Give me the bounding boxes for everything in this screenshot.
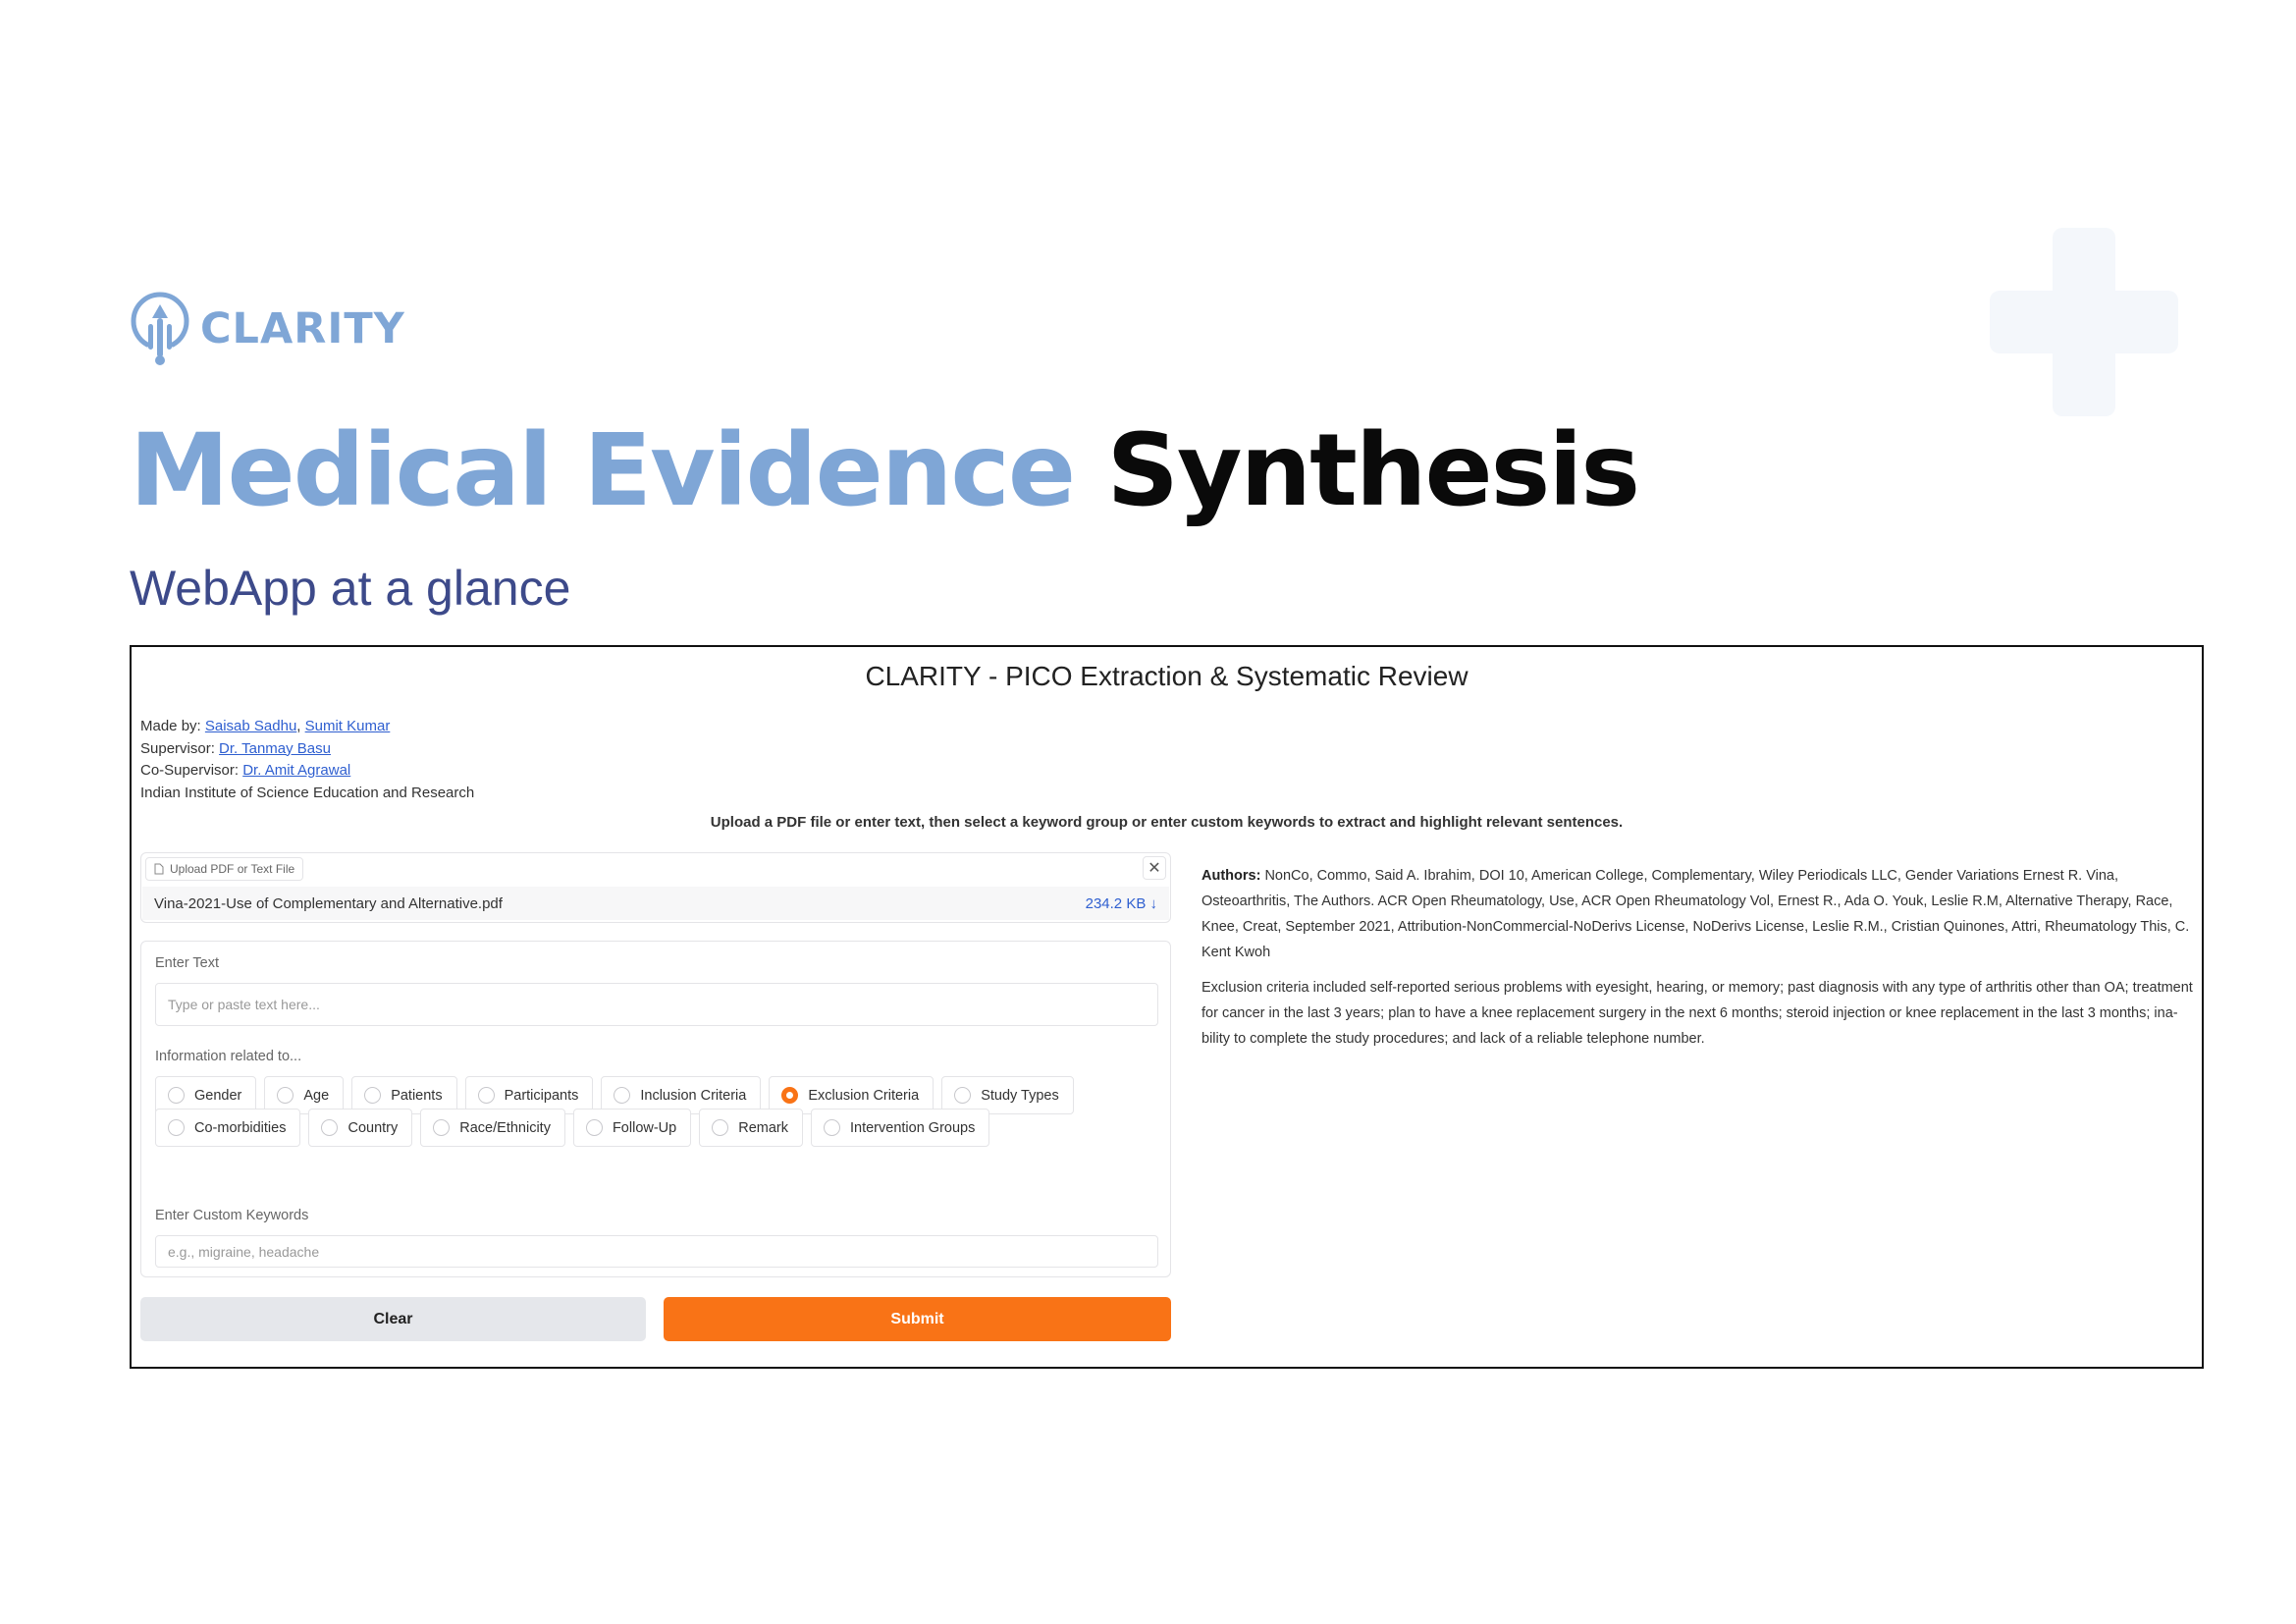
file-name: Vina-2021-Use of Complementary and Alter… [154,894,503,912]
credits-supervisor: Supervisor: Dr. Tanmay Basu [140,738,474,761]
radio-circle-icon[interactable] [168,1087,185,1104]
radio-option-label: Study Types [981,1087,1059,1104]
app-screenshot-frame: CLARITY - PICO Extraction & Systematic R… [130,645,2204,1369]
upload-label-text: Upload PDF or Text File [170,862,295,876]
uploaded-file-row: Vina-2021-Use of Complementary and Alter… [142,887,1169,920]
custom-keywords-input[interactable]: e.g., migraine, headache [155,1235,1158,1268]
radio-option-label: Co-morbidities [194,1119,287,1136]
credits-cosupervisor: Co-Supervisor: Dr. Amit Agrawal [140,760,474,783]
radio-circle-icon[interactable] [585,1119,603,1136]
instructions-text: Upload a PDF file or enter text, then se… [710,814,1624,831]
radio-circle-icon[interactable] [823,1119,840,1136]
custom-keywords-label: Enter Custom Keywords [155,1208,309,1223]
radio-circle-icon[interactable] [614,1087,631,1104]
plus-decoration-icon [1990,228,2178,416]
radio-option-label: Inclusion Criteria [640,1087,747,1104]
submit-button[interactable]: Submit [664,1297,1171,1341]
radio-option-label: Patients [391,1087,443,1104]
radio-option-label: Race/Ethnicity [459,1119,551,1136]
radio-option-label: Exclusion Criteria [808,1087,920,1104]
radio-circle-icon[interactable] [364,1087,382,1104]
radio-option-label: Remark [738,1119,788,1136]
text-input[interactable]: Type or paste text here... [155,983,1158,1026]
slide-title-part2: Synthesis [1106,412,1641,529]
radio-option-follow-up[interactable]: Follow-Up [572,1109,692,1147]
radio-circle-icon[interactable] [781,1087,799,1104]
logo-text: CLARITY [200,304,405,353]
slide-title: Medical Evidence Synthesis [130,412,1641,529]
close-icon[interactable]: ✕ [1143,856,1166,880]
enter-text-label: Enter Text [155,955,220,971]
radio-option-label: Intervention Groups [849,1119,976,1136]
file-upload-box[interactable]: Upload PDF or Text File ✕ Vina-2021-Use … [140,852,1171,923]
slide-title-part1: Medical Evidence [130,412,1076,529]
input-form-panel: Enter Text Type or paste text here... In… [140,941,1171,1277]
radio-option-remark[interactable]: Remark [699,1109,803,1147]
radio-option-label: Age [303,1087,330,1104]
info-group-label: Information related to... [155,1049,302,1064]
authors-paragraph: Authors: NonCo, Commo, Said A. Ibrahim, … [1201,863,2193,965]
clear-button[interactable]: Clear [140,1297,646,1341]
author-link-2[interactable]: Sumit Kumar [305,718,391,734]
institute-name: Indian Institute of Science Education an… [140,784,475,801]
file-icon [154,863,164,875]
radio-option-label: Country [347,1119,399,1136]
radio-circle-icon[interactable] [277,1087,294,1104]
radio-circle-icon[interactable] [321,1119,339,1136]
radio-option-co-morbidities[interactable]: Co-morbidities [155,1109,301,1147]
clarity-logo-icon [131,292,189,365]
credits-made-by: Made by: Saisab Sadhu, Sumit Kumar [140,716,474,738]
clarity-logo: CLARITY [130,291,405,367]
keyword-radio-row-2: Co-morbidities Country Race/Ethnicity Follo… [155,1109,990,1147]
upload-label: Upload PDF or Text File [145,857,304,881]
cosupervisor-label: Co-Supervisor: [140,762,243,779]
radio-option-label: Participants [504,1087,579,1104]
authors-text: NonCo, Commo, Said A. Ibrahim, DOI 10, A… [1201,868,2190,960]
file-download-link[interactable]: 234.2 KB ↓ [1086,895,1157,912]
radio-circle-icon[interactable] [433,1119,451,1136]
radio-circle-icon[interactable] [168,1119,185,1136]
author-separator: , [296,718,305,734]
supervisor-link[interactable]: Dr. Tanmay Basu [219,740,331,757]
radio-circle-icon[interactable] [712,1119,729,1136]
credits: Made by: Saisab Sadhu, Sumit Kumar Super… [140,716,474,804]
radio-circle-icon[interactable] [477,1087,495,1104]
result-paragraph: Exclusion criteria included self-reporte… [1201,980,2193,1047]
radio-option-intervention-groups[interactable]: Intervention Groups [810,1109,990,1147]
authors-label: Authors: [1201,868,1261,884]
cosupervisor-link[interactable]: Dr. Amit Agrawal [242,762,350,779]
author-link-1[interactable]: Saisab Sadhu [205,718,296,734]
supervisor-label: Supervisor: [140,739,220,757]
radio-option-label: Gender [194,1087,242,1104]
radio-circle-icon[interactable] [954,1087,972,1104]
made-by-label: Made by: [140,718,205,734]
app-title: CLARITY - PICO Extraction & Systematic R… [865,661,1468,691]
radio-option-label: Follow-Up [612,1119,677,1136]
radio-option-country[interactable]: Country [308,1109,413,1147]
output-panel: Authors: NonCo, Commo, Said A. Ibrahim, … [1201,863,2193,1061]
slide-subtitle: WebApp at a glance [130,561,571,616]
radio-option-race-ethnicity[interactable]: Race/Ethnicity [420,1109,565,1147]
